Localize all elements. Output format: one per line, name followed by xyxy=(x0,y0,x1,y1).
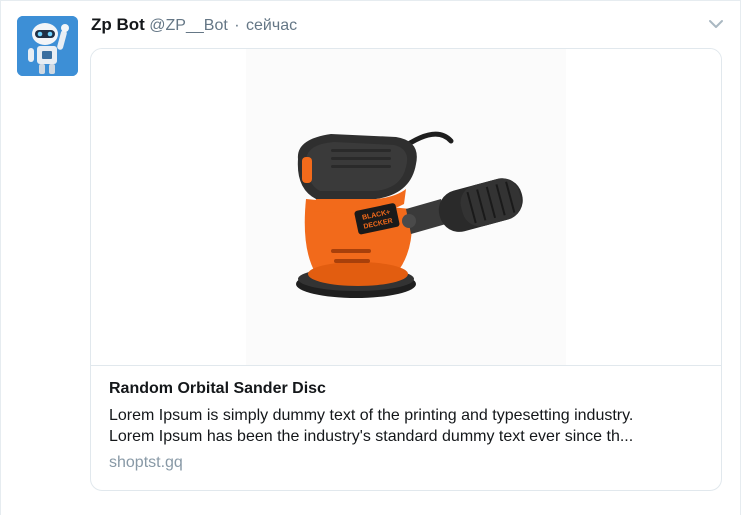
robot-avatar-icon xyxy=(17,16,78,76)
link-card[interactable]: BLACK+ DECKER Random Orbital Sander Disc… xyxy=(90,48,722,491)
orbital-sander-image: BLACK+ DECKER xyxy=(246,49,566,365)
timestamp[interactable]: сейчас xyxy=(246,17,297,34)
tweet-container: Zp Bot @ZP__Bot · сейчас BLACK+ DECKER R… xyxy=(0,0,741,515)
card-image[interactable]: BLACK+ DECKER xyxy=(91,49,721,366)
card-body[interactable]: Random Orbital Sander Disc Lorem Ipsum i… xyxy=(109,379,709,473)
author-name[interactable]: Zp Bot xyxy=(91,15,145,34)
card-description-line-2: Lorem Ipsum has been the industry's stan… xyxy=(109,428,634,445)
author-handle[interactable]: @ZP__Bot xyxy=(149,17,228,34)
tweet-header: Zp Bot @ZP__Bot · сейчас xyxy=(91,14,297,36)
tweet-menu-button[interactable] xyxy=(708,17,724,29)
card-domain[interactable]: shoptst.gq xyxy=(109,453,709,473)
avatar[interactable] xyxy=(17,16,78,76)
card-title[interactable]: Random Orbital Sander Disc xyxy=(109,379,709,399)
chevron-down-icon xyxy=(709,20,723,28)
header-separator: · xyxy=(234,17,240,34)
card-description-line-1: Lorem Ipsum is simply dummy text of the … xyxy=(109,407,634,424)
